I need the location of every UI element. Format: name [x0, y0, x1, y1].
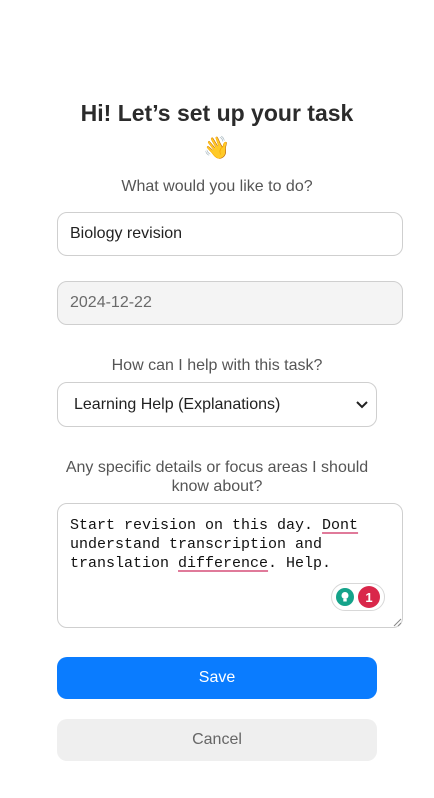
details-text-3: . Help. [268, 555, 332, 572]
waving-hand-icon: 👋 [203, 135, 231, 160]
details-text-1: Start revision on this day. [70, 517, 323, 534]
spelling-flag-word[interactable]: difference [178, 555, 268, 572]
help-type-selected: Learning Help (Explanations) [74, 395, 281, 413]
spelling-flag-word[interactable]: Dont [322, 517, 358, 534]
help-prompt-label: How can I help with this task? [111, 357, 323, 374]
resize-handle-icon[interactable] [393, 618, 402, 629]
cancel-button[interactable]: Cancel [57, 719, 377, 761]
help-type-select[interactable]: Learning Help (Explanations) [57, 382, 377, 427]
lightbulb-icon [336, 588, 354, 606]
grammar-assistant-widget[interactable]: 1 [331, 583, 385, 611]
task-prompt-label: What would you like to do? [121, 178, 313, 195]
task-name-input[interactable] [57, 212, 403, 256]
task-date-input[interactable] [57, 281, 403, 325]
details-prompt-label: Any specific details or focus areas I sh… [65, 459, 369, 495]
chevron-down-icon [356, 398, 368, 412]
save-button[interactable]: Save [57, 657, 377, 699]
suggestion-count-badge: 1 [358, 586, 380, 608]
page-title: Hi! Let’s set up your task [80, 100, 354, 126]
